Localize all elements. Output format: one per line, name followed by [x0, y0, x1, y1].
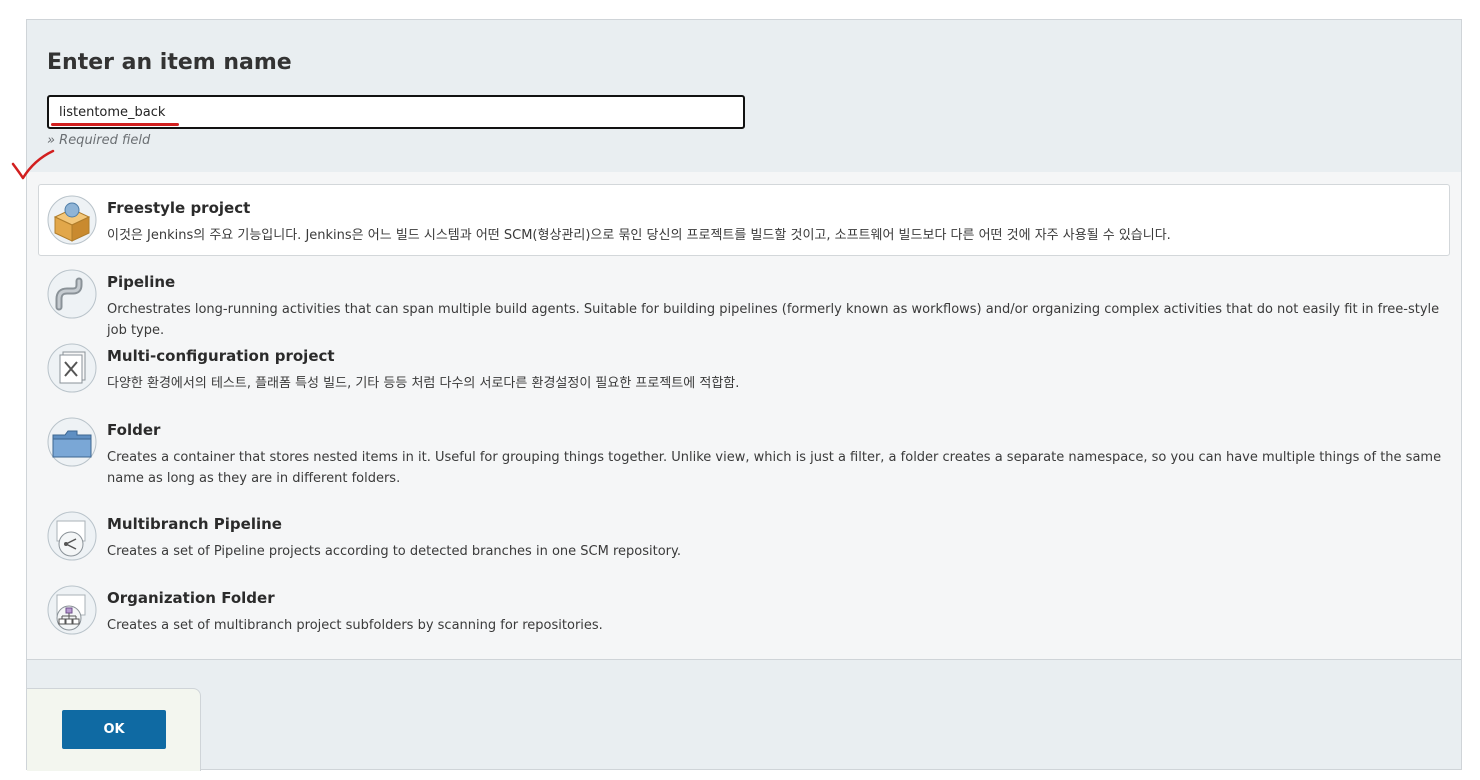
item-type-description: Creates a set of multibranch project sub…: [107, 618, 603, 633]
item-type-label: Pipeline: [107, 273, 176, 291]
red-underline-annotation: [51, 123, 179, 126]
item-type-label: Freestyle project: [107, 199, 251, 217]
item-type-multi-configuration-project[interactable]: Multi-configuration project 다양한 환경에서의 테스…: [38, 332, 1450, 402]
footer-bar: OK: [27, 688, 201, 771]
multi-configuration-icon: [47, 343, 97, 393]
item-type-description: 이것은 Jenkins의 주요 기능입니다. Jenkins은 어느 빌드 시스…: [107, 228, 1171, 243]
item-type-description: 다양한 환경에서의 테스트, 플래폼 특성 빌드, 기타 등등 처럼 다수의 서…: [107, 376, 740, 391]
item-type-folder[interactable]: Folder Creates a container that stores n…: [38, 406, 1450, 498]
item-type-description: Creates a set of Pipeline projects accor…: [107, 544, 681, 559]
item-type-pipeline[interactable]: Pipeline Orchestrates long-running activ…: [38, 258, 1450, 338]
item-type-freestyle-project[interactable]: Freestyle project 이것은 Jenkins의 주요 기능입니다.…: [38, 184, 1450, 256]
item-type-label: Organization Folder: [107, 589, 275, 607]
item-name-section: Enter an item name » Required field: [27, 20, 1461, 172]
item-type-label: Multibranch Pipeline: [107, 515, 282, 533]
item-type-multibranch-pipeline[interactable]: Multibranch Pipeline Creates a set of Pi…: [38, 500, 1450, 572]
item-type-label: Multi-configuration project: [107, 347, 335, 365]
item-type-label: Folder: [107, 421, 161, 439]
ok-button[interactable]: OK: [62, 710, 166, 749]
folder-icon: [47, 417, 97, 467]
new-item-panel: Enter an item name » Required field Free…: [26, 19, 1462, 771]
pipeline-icon: [47, 269, 97, 319]
page-title: Enter an item name: [47, 50, 292, 75]
item-type-list: Freestyle project 이것은 Jenkins의 주요 기능입니다.…: [27, 172, 1461, 660]
required-field-hint: » Required field: [47, 133, 151, 148]
freestyle-project-icon: [47, 195, 97, 245]
multibranch-pipeline-icon: [47, 511, 97, 561]
item-type-organization-folder[interactable]: Organization Folder Creates a set of mul…: [38, 574, 1450, 646]
organization-folder-icon: [47, 585, 97, 635]
item-type-description: Creates a container that stores nested i…: [107, 450, 1442, 486]
red-checkmark-annotation: [11, 149, 55, 180]
